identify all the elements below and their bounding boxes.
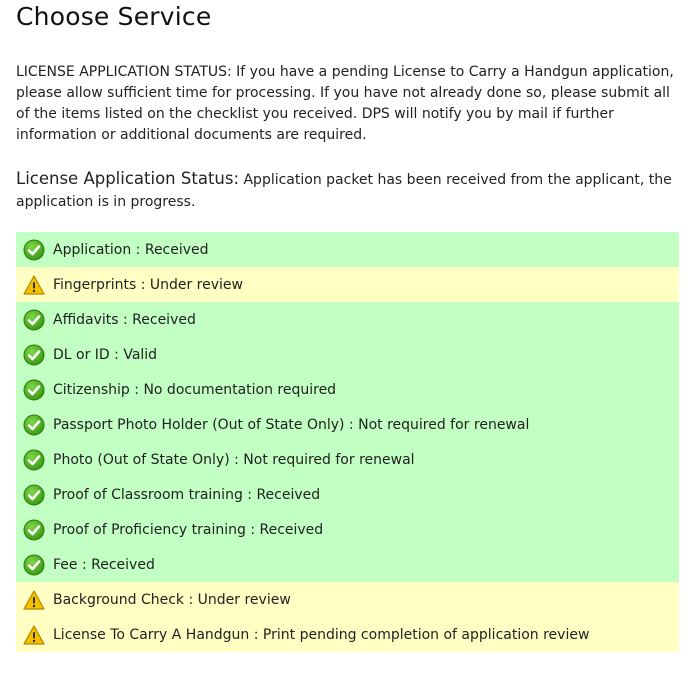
application-status-line: License Application Status: Application … (16, 168, 680, 213)
checklist-item: Proof of Classroom training : Received (16, 477, 679, 512)
warning-triangle-icon (23, 274, 45, 296)
green-check-icon (23, 309, 45, 331)
checklist-item: Photo (Out of State Only) : Not required… (16, 442, 679, 477)
green-check-icon (23, 239, 45, 261)
green-check-icon (23, 344, 45, 366)
green-check-icon (23, 379, 45, 401)
checklist-item-text: Fee : Received (53, 556, 155, 573)
green-check-icon (23, 519, 45, 541)
checklist-item-text: Affidavits : Received (53, 311, 196, 328)
checklist-item: Background Check : Under review (16, 582, 679, 617)
checklist-item-text: Passport Photo Holder (Out of State Only… (53, 416, 530, 433)
checklist-item-text: License To Carry A Handgun : Print pendi… (53, 626, 590, 643)
checklist-item: License To Carry A Handgun : Print pendi… (16, 617, 679, 652)
checklist-item: Citizenship : No documentation required (16, 372, 679, 407)
page-title: Choose Service (16, 2, 212, 31)
license-status-intro: LICENSE APPLICATION STATUS: If you have … (16, 64, 674, 143)
checklist-item: DL or ID : Valid (16, 337, 679, 372)
green-check-icon (23, 449, 45, 471)
green-check-icon (23, 414, 45, 436)
checklist-item: Passport Photo Holder (Out of State Only… (16, 407, 679, 442)
checklist-item: Application : Received (16, 232, 679, 267)
checklist-item-text: Citizenship : No documentation required (53, 381, 337, 398)
checklist-item-text: Background Check : Under review (53, 591, 291, 608)
warning-triangle-icon (23, 624, 45, 646)
checklist-item-text: Application : Received (53, 241, 209, 258)
checklist-item: Fingerprints : Under review (16, 267, 679, 302)
checklist-item-text: Photo (Out of State Only) : Not required… (53, 451, 415, 468)
checklist-item-text: Proof of Proficiency training : Received (53, 521, 324, 538)
application-status-label: License Application Status: (16, 169, 240, 188)
checklist-item-text: Proof of Classroom training : Received (53, 486, 321, 503)
green-check-icon (23, 554, 45, 576)
warning-triangle-icon (23, 589, 45, 611)
checklist-item: Fee : Received (16, 547, 679, 582)
checklist-item: Affidavits : Received (16, 302, 679, 337)
checklist-item-text: Fingerprints : Under review (53, 276, 243, 293)
checklist-item: Proof of Proficiency training : Received (16, 512, 679, 547)
green-check-icon (23, 484, 45, 506)
status-checklist: Application : Received Fingerprints : Und… (16, 232, 679, 652)
checklist-item-text: DL or ID : Valid (53, 346, 158, 363)
